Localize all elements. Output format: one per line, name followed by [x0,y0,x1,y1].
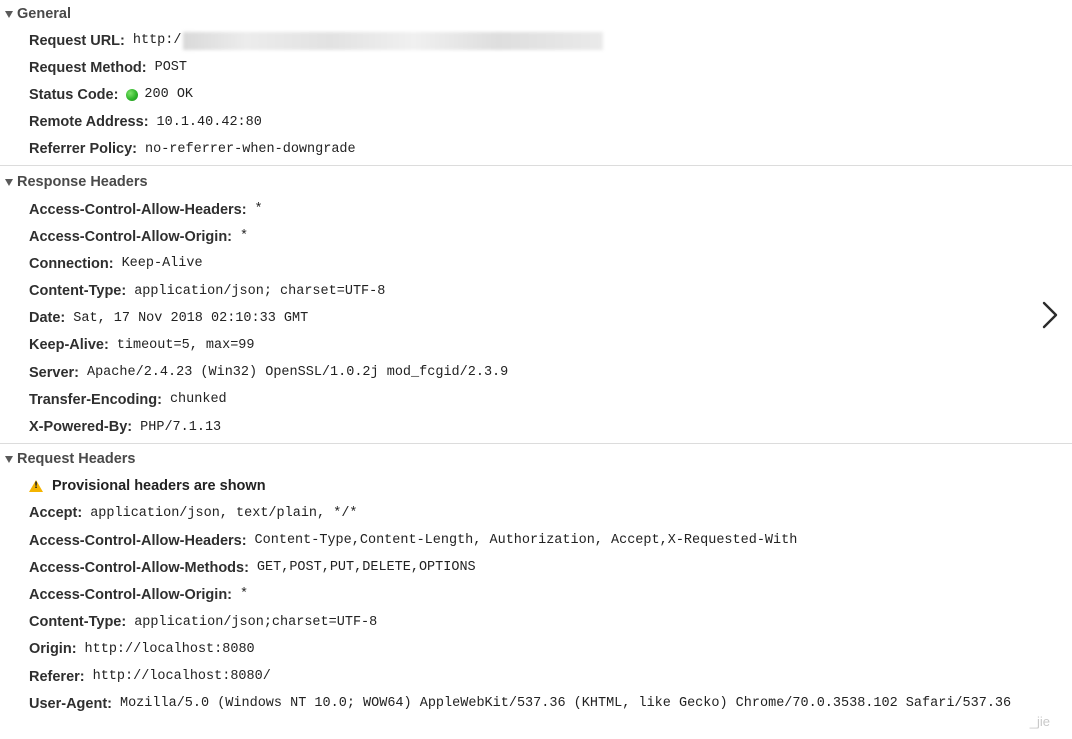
response-header-rows: Access-Control-Allow-Headers: * Access-C… [0,196,1072,441]
referrer-policy-value[interactable]: no-referrer-when-downgrade [145,142,356,157]
request-url-row: Request URL: http:/ [29,27,1072,54]
header-row: Access-Control-Allow-Headers: Content-Ty… [29,527,1072,554]
header-row: Access-Control-Allow-Origin: * [29,581,1072,608]
warning-icon [29,480,43,493]
header-key: Connection: [29,255,114,272]
header-value[interactable]: Apache/2.4.23 (Win32) OpenSSL/1.0.2j mod… [87,365,508,380]
request-url-key: Request URL: [29,32,125,49]
header-value[interactable]: application/json;charset=UTF-8 [134,615,377,630]
header-row: Date: Sat, 17 Nov 2018 02:10:33 GMT [29,305,1072,332]
header-row: Access-Control-Allow-Headers: * [29,196,1072,223]
request-method-key: Request Method: [29,59,147,76]
remote-address-key: Remote Address: [29,114,149,131]
request-method-row: Request Method: POST [29,54,1072,81]
header-row: Server: Apache/2.4.23 (Win32) OpenSSL/1.… [29,359,1072,386]
provisional-warning: Provisional headers are shown [29,473,1072,500]
triangle-down-icon[interactable] [5,10,13,18]
header-value[interactable]: Keep-Alive [122,256,203,271]
header-key: Access-Control-Allow-Origin: [29,586,233,603]
response-headers-section: Response Headers Access-Control-Allow-He… [0,169,1072,441]
green-dot-icon [126,88,139,101]
header-value[interactable]: application/json; charset=UTF-8 [134,284,385,299]
header-value[interactable]: chunked [170,392,227,407]
response-headers-section-header[interactable]: Response Headers [0,169,1072,196]
header-row: Connection: Keep-Alive [29,250,1072,277]
request-headers-section: Request Headers Provisional headers are … [0,446,1072,718]
request-headers-section-header[interactable]: Request Headers [0,446,1072,473]
status-code-key: Status Code: [29,86,119,103]
remote-address-value[interactable]: 10.1.40.42:80 [157,115,262,130]
request-method-value[interactable]: POST [155,60,187,75]
header-key: Keep-Alive: [29,337,109,354]
general-section-header[interactable]: General [0,0,1072,27]
header-value[interactable]: * [255,202,263,217]
header-value[interactable]: Content-Type,Content-Length, Authorizati… [255,533,798,548]
header-row: Keep-Alive: timeout=5, max=99 [29,332,1072,359]
section-divider [0,164,1072,166]
referrer-policy-key: Referrer Policy: [29,141,137,158]
header-key: Date: [29,310,66,327]
redacted-url-blur [183,31,604,50]
general-section-title: General [17,5,71,22]
header-value[interactable]: Sat, 17 Nov 2018 02:10:33 GMT [73,311,308,326]
header-row: User-Agent: Mozilla/5.0 (Windows NT 10.0… [29,690,1072,717]
header-key: Referer: [29,668,85,685]
header-key: Access-Control-Allow-Origin: [29,228,233,245]
provisional-warning-text: Provisional headers are shown [52,478,266,495]
header-value[interactable]: Mozilla/5.0 (Windows NT 10.0; WOW64) App… [120,696,1011,711]
response-headers-title: Response Headers [17,174,148,191]
request-headers-title: Request Headers [17,451,136,468]
header-row: Access-Control-Allow-Origin: * [29,223,1072,250]
header-value[interactable]: http://localhost:8080/ [93,669,271,684]
status-code-value[interactable]: 200 OK [144,87,193,102]
header-value[interactable]: * [240,229,248,244]
triangle-down-icon[interactable] [5,179,13,187]
header-key: X-Powered-By: [29,419,133,436]
header-row: Referer: http://localhost:8080/ [29,663,1072,690]
header-value[interactable]: application/json, text/plain, */* [90,506,357,521]
remote-address-row: Remote Address: 10.1.40.42:80 [29,109,1072,136]
header-key: Transfer-Encoding: [29,391,162,408]
request-url-value[interactable]: http:/ [133,33,182,48]
header-key: Access-Control-Allow-Headers: [29,532,247,549]
header-key: Access-Control-Allow-Methods: [29,559,249,576]
header-row: Accept: application/json, text/plain, */… [29,500,1072,527]
header-row: Origin: http://localhost:8080 [29,636,1072,663]
referrer-policy-row: Referrer Policy: no-referrer-when-downgr… [29,136,1072,163]
request-header-rows: Provisional headers are shown Accept: ap… [0,473,1072,718]
watermark: _jie [1029,714,1050,729]
header-key: Access-Control-Allow-Headers: [29,201,247,218]
header-key: Server: [29,364,79,381]
header-row: Access-Control-Allow-Methods: GET,POST,P… [29,554,1072,581]
header-value[interactable]: http://localhost:8080 [85,642,255,657]
header-key: Accept: [29,505,83,522]
section-divider [0,442,1072,444]
status-code-row: Status Code: 200 OK [29,81,1072,108]
header-value[interactable]: GET,POST,PUT,DELETE,OPTIONS [257,560,476,575]
header-row: X-Powered-By: PHP/7.1.13 [29,413,1072,440]
header-row: Content-Type: application/json; charset=… [29,278,1072,305]
chevron-right-icon[interactable] [1040,300,1060,330]
header-key: Origin: [29,641,77,658]
general-section: General Request URL: http:/ Request Meth… [0,0,1072,163]
header-row: Transfer-Encoding: chunked [29,386,1072,413]
header-key: User-Agent: [29,695,112,712]
header-value[interactable]: * [240,587,248,602]
header-value[interactable]: timeout=5, max=99 [117,338,255,353]
triangle-down-icon[interactable] [5,456,13,464]
header-row: Content-Type: application/json;charset=U… [29,609,1072,636]
header-key: Content-Type: [29,614,127,631]
header-key: Content-Type: [29,283,127,300]
header-value[interactable]: PHP/7.1.13 [140,420,221,435]
general-rows: Request URL: http:/ Request Method: POST… [0,27,1072,163]
